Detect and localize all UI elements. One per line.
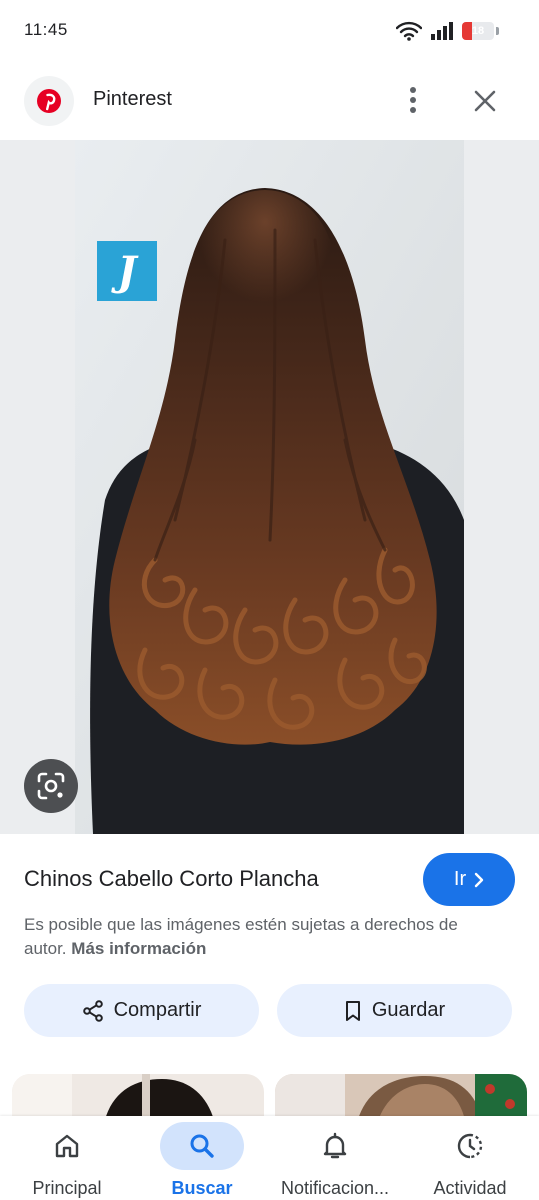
pinterest-logo-icon: [24, 76, 74, 126]
bookmark-icon: [345, 1000, 360, 1021]
related-image-card[interactable]: [12, 1074, 264, 1116]
close-button[interactable]: [466, 82, 504, 120]
related-images: [0, 1074, 539, 1116]
nav-icon-container: [428, 1122, 512, 1170]
battery-icon: 18: [462, 22, 494, 40]
share-icon: [82, 999, 103, 1022]
wifi-icon: [396, 21, 422, 41]
nav-label: Buscar: [171, 1178, 233, 1198]
nav-item-buscar[interactable]: Buscar: [137, 1116, 267, 1200]
visit-button-label: Ir: [453, 868, 467, 890]
battery-cap: [496, 27, 499, 35]
more-info-link[interactable]: Más información: [71, 939, 206, 958]
share-button-label: Compartir: [113, 999, 202, 1021]
visit-button[interactable]: Ir: [423, 853, 515, 906]
copyright-notice: Es posible que las imágenes estén sujeta…: [24, 913, 504, 961]
nav-icon-container: [293, 1122, 377, 1170]
nav-icon-container: [25, 1122, 109, 1170]
related-image-card[interactable]: [275, 1074, 527, 1116]
save-button[interactable]: Guardar: [277, 984, 512, 1037]
more-options-button[interactable]: [398, 82, 428, 118]
nav-label: Notificacion...: [280, 1178, 390, 1198]
close-icon: [474, 90, 496, 112]
battery-fill: [462, 22, 472, 40]
result-info: Chinos Cabello Corto Plancha Ir Es posib…: [0, 834, 539, 1074]
share-button[interactable]: Compartir: [24, 984, 259, 1037]
nav-item-principal[interactable]: Principal: [2, 1116, 132, 1200]
search-icon: [190, 1134, 214, 1158]
status-icons: 18: [396, 20, 499, 42]
chevron-right-icon: [474, 872, 484, 887]
nav-item-notificaciones[interactable]: Notificacion...: [270, 1116, 400, 1200]
bell-icon: [323, 1132, 347, 1159]
nav-icon-container: [160, 1122, 244, 1170]
image-preview-area: J: [0, 140, 539, 834]
signal-icon: [431, 22, 453, 40]
bottom-navigation: Principal Buscar Notificacion... Activid…: [0, 1116, 539, 1200]
nav-item-actividad[interactable]: Actividad: [405, 1116, 535, 1200]
hair-photo: J: [75, 140, 464, 834]
site-name: Pinterest: [93, 88, 172, 110]
status-bar: 11:45 18: [0, 0, 539, 62]
save-button-label: Guardar: [371, 999, 446, 1021]
activity-icon: [457, 1133, 483, 1159]
battery-level: 18: [471, 25, 485, 37]
home-icon: [55, 1134, 79, 1158]
lens-icon: [37, 772, 65, 800]
more-vert-icon: [410, 87, 416, 113]
hero-image[interactable]: J: [75, 140, 464, 834]
app-header: Pinterest: [0, 62, 539, 140]
nav-label: Actividad: [433, 1178, 507, 1198]
lens-search-button[interactable]: [24, 759, 78, 813]
result-title: Chinos Cabello Corto Plancha: [24, 866, 319, 891]
nav-label: Principal: [32, 1178, 102, 1198]
status-time: 11:45: [24, 20, 68, 39]
